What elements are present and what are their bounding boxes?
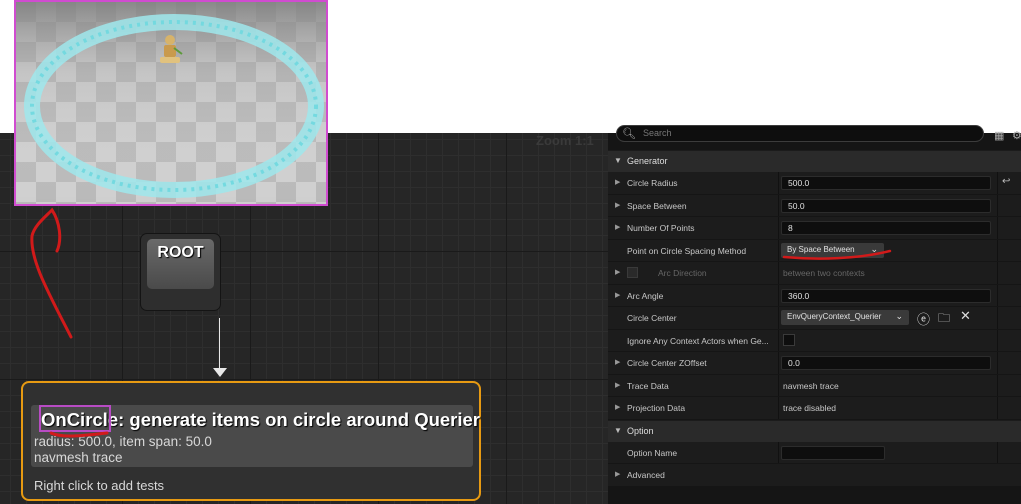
prop-label: Trace Data	[627, 380, 669, 391]
prop-arc-angle: ▶ Arc Angle 360.0	[608, 284, 1021, 307]
gear-icon[interactable]: ⚙	[1012, 129, 1021, 142]
option-name-field[interactable]	[781, 445, 885, 460]
search-placeholder: Search	[643, 128, 672, 138]
search-icon: 🔍︎	[622, 128, 636, 140]
expand-icon[interactable]: ▶	[615, 268, 620, 276]
generator-node-params: radius: 500.0, item span: 50.0	[34, 434, 212, 449]
generator-node[interactable]: OnCircle: generate items on circle aroun…	[21, 381, 481, 501]
ignore-context-checkbox[interactable]	[783, 333, 795, 346]
viewport-scene	[16, 2, 326, 204]
collapse-icon: ▼	[614, 156, 622, 165]
circle-center-value: EnvQueryContext_Querier	[787, 312, 882, 321]
category-option[interactable]: ▼ Option	[608, 419, 1021, 442]
expand-icon[interactable]: ▶	[615, 403, 620, 411]
expand-icon[interactable]: ▶	[615, 223, 620, 231]
use-selected-icon[interactable]: ⓔ	[917, 309, 930, 328]
prop-label: Space Between	[627, 200, 687, 211]
prop-label: Option Name	[627, 447, 678, 458]
wire-arrow-icon	[213, 368, 227, 377]
generator-node-trace: navmesh trace	[34, 450, 123, 465]
prop-label: Projection Data	[627, 403, 686, 413]
prop-ignore-context: Ignore Any Context Actors when Ge...	[608, 329, 1021, 352]
category-label: Generator	[627, 156, 668, 166]
expand-icon[interactable]: ▶	[615, 291, 620, 299]
root-node[interactable]: ROOT	[141, 234, 220, 310]
space-between-field[interactable]: 50.0	[781, 198, 991, 213]
prop-label: Arc Direction	[658, 268, 707, 278]
expand-icon: ▶	[615, 471, 621, 478]
circle-radius-field[interactable]: 500.0	[781, 176, 991, 190]
trace-data-value: navmesh trace	[783, 380, 839, 391]
close-icon[interactable]: ✕	[960, 308, 971, 324]
zoffset-field[interactable]: 0.0	[781, 356, 991, 370]
oncircle-highlight-box	[39, 405, 111, 432]
prop-arc-direction: ▶ Arc Direction between two contexts	[608, 262, 1021, 285]
collapse-icon: ▼	[614, 425, 622, 435]
chevron-down-icon: ⌄	[895, 311, 903, 321]
grid-icon[interactable]: ▦	[994, 129, 1004, 142]
prop-label: Circle Center	[627, 313, 677, 323]
root-node-label: ROOT	[157, 244, 204, 261]
expand-icon[interactable]: ▶	[615, 178, 620, 186]
category-generator[interactable]: ▼ Generator	[608, 150, 1021, 172]
number-of-points-field[interactable]: 8	[781, 221, 991, 235]
zoom-label: Zoom 1:1	[536, 133, 594, 148]
generator-node-tests-hint: Right click to add tests	[34, 478, 165, 493]
prop-projection-data: ▶ Projection Data trace disabled	[608, 397, 1021, 420]
projection-data-value: trace disabled	[783, 403, 836, 413]
prop-spacing-method: Point on Circle Spacing Method By Space …	[608, 239, 1021, 262]
category-label: Option	[627, 425, 654, 436]
reset-icon[interactable]: ↩	[1002, 176, 1010, 187]
viewport-preview[interactable]	[14, 0, 328, 206]
prop-label: Circle Radius	[627, 178, 678, 188]
arc-direction-value: between two contexts	[783, 268, 865, 278]
prop-option-name: Option Name	[608, 441, 1021, 464]
arc-angle-field[interactable]: 360.0	[781, 288, 991, 303]
circle-center-select[interactable]: EnvQueryContext_Querier ⌄	[781, 310, 909, 325]
prop-number-of-points: ▶ Number Of Points 8	[608, 217, 1021, 240]
prop-label: Arc Angle	[627, 290, 664, 301]
prop-label: Ignore Any Context Actors when Ge...	[627, 335, 769, 346]
category-label: Advanced	[627, 470, 665, 480]
root-connection-wire	[219, 318, 220, 374]
prop-circle-center: Circle Center EnvQueryContext_Querier ⌄ …	[608, 307, 1021, 330]
prop-circle-radius: ▶ Circle Radius 500.0 ↩	[608, 172, 1021, 195]
prop-space-between: ▶ Space Between 50.0	[608, 194, 1021, 217]
expand-icon[interactable]: ▶	[615, 358, 620, 366]
expand-icon[interactable]: ▶	[615, 381, 620, 389]
prop-trace-data: ▶ Trace Data navmesh trace	[608, 374, 1021, 397]
expand-icon[interactable]: ▶	[615, 201, 620, 209]
prop-label: Number Of Points	[627, 223, 695, 233]
category-advanced[interactable]: ▶ Advanced	[608, 464, 1021, 487]
prop-circle-center-zoffset: ▶ Circle Center ZOffset 0.0	[608, 352, 1021, 375]
prop-label: Circle Center ZOffset	[627, 358, 707, 368]
prop-label: Point on Circle Spacing Method	[627, 245, 747, 256]
browse-folder-icon[interactable]: 🗀︎	[938, 309, 950, 330]
spacing-annotation-underline	[782, 249, 892, 260]
details-panel: 🔍︎ Search ▦ ⚙ ▼ Generator ▶ Circle Radiu…	[608, 125, 1021, 504]
details-search-input[interactable]: 🔍︎ Search	[616, 125, 984, 142]
arc-direction-checkbox[interactable]	[627, 267, 638, 278]
